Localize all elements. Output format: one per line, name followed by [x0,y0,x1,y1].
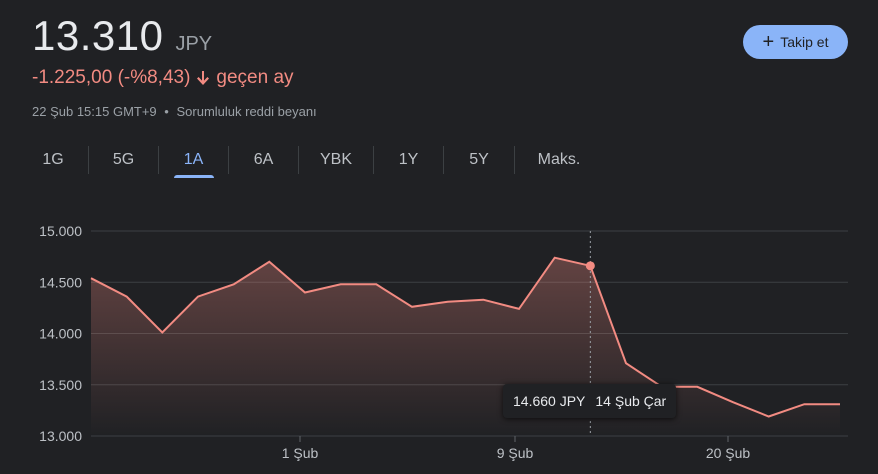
y-tick-label: 15.000 [39,223,82,239]
tab-label: 5Y [469,151,489,168]
tab-1g[interactable]: 1G [18,142,88,178]
chart-tooltip: 14.660 JPY 14 Şub Çar [503,384,677,418]
x-tick-label: 9 Şub [497,445,534,461]
tab-label: Maks. [537,151,581,168]
price-area-fill [91,257,840,436]
tab-maks[interactable]: Maks. [515,142,603,178]
currency-label: JPY [175,33,213,55]
tab-label: 1A [183,151,204,168]
tab-5g[interactable]: 5G [89,142,158,178]
arrow-down-icon [196,70,210,86]
price-chart[interactable]: 15.000 14.500 14.000 13.500 13.000 1 Şub 9 Şu… [0,200,878,474]
price-row: 13.310 JPY [32,12,212,60]
meta-row: 22 Şub 15:15 GMT+9 • Sorumluluk reddi be… [32,104,317,119]
tab-ybk[interactable]: YBK [299,142,373,178]
y-tick-label: 13.000 [39,428,82,444]
hover-point [585,261,595,271]
change-period: geçen ay [216,67,294,88]
tab-6a[interactable]: 6A [229,142,298,178]
tab-label: 1Y [398,151,419,168]
tab-label: YBK [319,151,352,168]
current-price: 13.310 [32,12,164,59]
x-tick-label: 20 Şub [706,445,751,461]
separator-dot: • [164,104,169,119]
tooltip-date: 14 Şub Çar [595,393,667,409]
price-change: -1.225,00 (-%8,43) [32,67,191,88]
tab-label: 6A [253,151,274,168]
change-row: -1.225,00 (-%8,43) geçen ay [32,67,294,89]
range-tabs: 1G 5G 1A 6A YBK 1Y 5Y Maks. [18,142,603,178]
follow-button[interactable]: + Takip et [743,25,848,59]
tab-1y[interactable]: 1Y [374,142,443,178]
follow-button-label: Takip et [780,34,829,50]
plus-icon: + [762,31,775,53]
tab-label: 1G [42,151,64,168]
y-tick-label: 14.000 [39,326,82,342]
tab-label: 5G [112,151,135,168]
timestamp: 22 Şub 15:15 GMT+9 [32,104,157,119]
y-tick-label: 13.500 [39,377,82,393]
y-tick-label: 14.500 [39,274,82,290]
disclaimer-link[interactable]: Sorumluluk reddi beyanı [176,104,316,119]
tab-1a[interactable]: 1A [159,142,228,178]
x-tick-label: 1 Şub [282,445,319,461]
tab-5y[interactable]: 5Y [444,142,514,178]
tooltip-price: 14.660 JPY [513,393,586,409]
